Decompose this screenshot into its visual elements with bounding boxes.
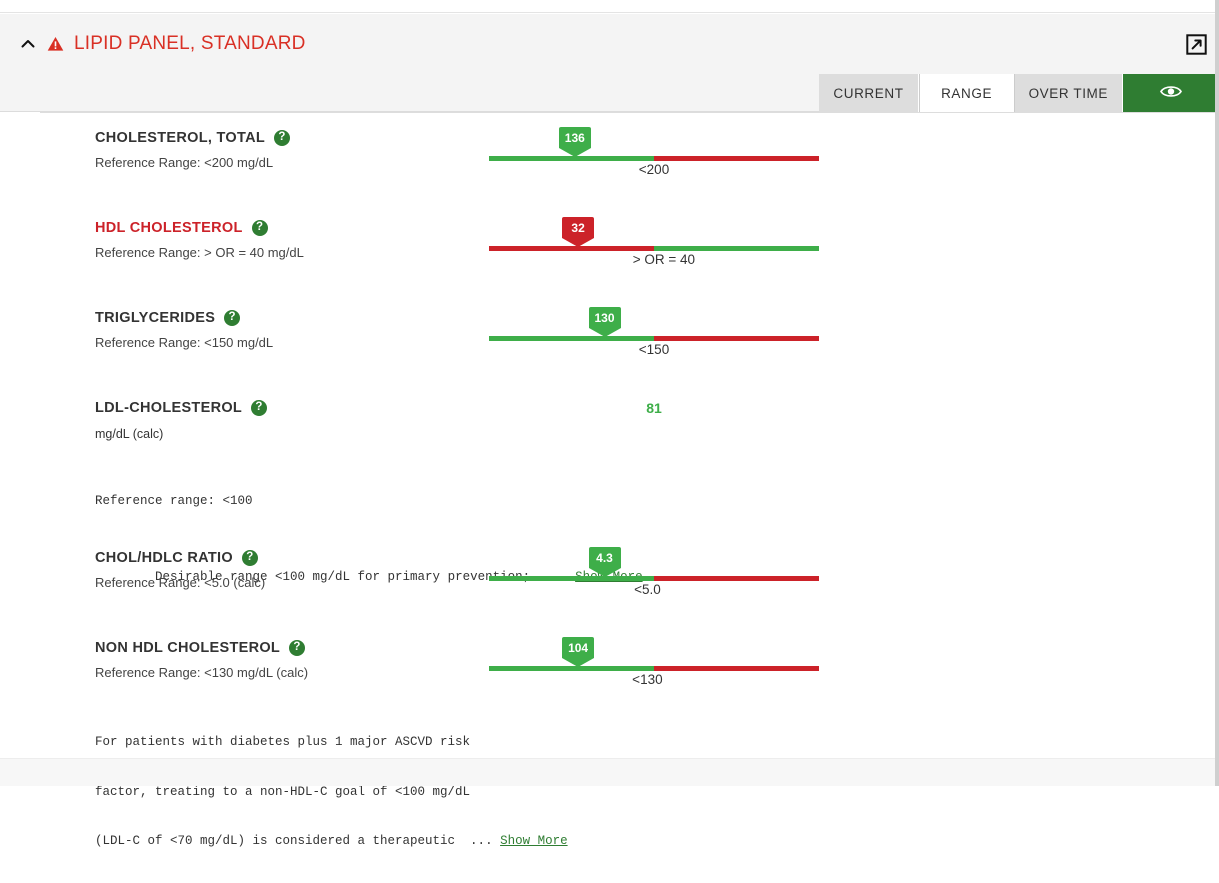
page-title: LIPID PANEL, STANDARD [74, 33, 306, 54]
result-value-marker: 32 [562, 217, 595, 247]
result-value-marker: 104 [562, 637, 595, 667]
help-circle-icon[interactable]: ? [224, 310, 241, 326]
result-test-name-text: HDL CHOLESTEROL [95, 220, 243, 236]
range-threshold-label: > OR = 40 [632, 252, 696, 267]
result-note-block: For patients with diabetes plus 1 major … [95, 701, 815, 883]
result-value-text: 136 [558, 127, 591, 148]
range-indicator: 32 > OR = 40 [489, 217, 819, 267]
view-mode-tabbar: CURRENT RANGE OVER TIME [0, 74, 1219, 112]
result-test-name: CHOLESTEROL, TOTAL ? [95, 130, 475, 146]
tab-group: CURRENT RANGE OVER TIME [819, 74, 1219, 112]
content-top-divider [40, 112, 1219, 113]
range-bar-track: 104 <130 [489, 637, 819, 687]
range-bar-abnormal-segment [654, 336, 819, 341]
window-bottom-strip [0, 758, 1219, 786]
marker-pointer [588, 568, 621, 577]
result-unit-text: mg/dL (calc) [95, 427, 164, 441]
tab-over-time[interactable]: OVER TIME [1014, 74, 1123, 112]
help-circle-icon[interactable]: ? [241, 550, 258, 566]
tab-current[interactable]: CURRENT [819, 74, 919, 112]
range-threshold-label: <5.0 [634, 582, 661, 597]
range-bar-abnormal-segment [654, 156, 819, 161]
window-top-strip [0, 0, 1219, 13]
result-value-marker: 4.3 [588, 547, 621, 577]
range-bar-normal-segment [489, 576, 654, 581]
result-value-marker: 136 [558, 127, 591, 157]
range-bar-track: 136 <200 [489, 127, 819, 177]
result-note-line: (LDL-C of <70 mg/dL) is considered a the… [95, 834, 501, 848]
result-test-name: NON HDL CHOLESTEROL ? [95, 640, 815, 656]
warning-triangle-icon [45, 34, 65, 54]
result-label-column: CHOL/HDLC RATIO ? Reference Range: <5.0 … [95, 550, 475, 590]
result-note-line: For patients with diabetes plus 1 major … [95, 735, 471, 749]
marker-pointer [562, 238, 595, 247]
result-label-column: CHOLESTEROL, TOTAL ? Reference Range: <2… [95, 130, 475, 170]
range-threshold-label: <130 [632, 672, 663, 687]
result-value-text: 130 [588, 307, 621, 328]
toggle-visibility-button[interactable] [1123, 74, 1219, 112]
range-indicator: 130 <150 [489, 307, 819, 357]
open-in-new-icon[interactable] [1183, 31, 1209, 57]
range-bar-track: 32 > OR = 40 [489, 217, 819, 267]
range-indicator: 104 <130 [489, 637, 819, 687]
range-indicator: 136 <200 [489, 127, 819, 177]
reference-range-text: Reference Range: <5.0 (calc) [95, 575, 266, 590]
results-list: CHOLESTEROL, TOTAL ? Reference Range: <2… [0, 112, 1219, 848]
result-test-name-text: CHOLESTEROL, TOTAL [95, 130, 265, 146]
range-threshold-label: <200 [638, 162, 670, 177]
result-value-marker: 130 [588, 307, 621, 337]
panel-header: LIPID PANEL, STANDARD [0, 14, 1219, 74]
range-bar-track: 130 <150 [489, 307, 819, 357]
result-test-name-text: TRIGLYCERIDES [95, 310, 216, 326]
marker-pointer [588, 328, 621, 337]
result-note-line: Reference range: <100 [95, 494, 253, 508]
eye-icon [1160, 84, 1182, 102]
result-label-column: TRIGLYCERIDES ? Reference Range: <150 mg… [95, 310, 475, 350]
range-indicator: 4.3 <5.0 [489, 547, 819, 597]
tab-range[interactable]: RANGE [918, 74, 1015, 112]
result-test-name-text: LDL-CHOLESTEROL [95, 400, 243, 416]
chevron-up-icon[interactable] [18, 34, 38, 54]
help-circle-icon[interactable]: ? [274, 130, 290, 146]
vertical-scrollbar[interactable] [1215, 0, 1219, 786]
result-note-block: Reference range: <100 [95, 461, 815, 541]
help-circle-icon[interactable]: ? [289, 640, 306, 656]
help-circle-icon[interactable]: ? [251, 220, 268, 236]
result-value-text: 32 [562, 217, 595, 238]
range-bar-abnormal-segment [654, 576, 819, 581]
reference-range-text: Reference Range: > OR = 40 mg/dL [95, 245, 304, 260]
reference-range-text: Reference Range: <150 mg/dL [95, 335, 274, 350]
result-test-name-text: CHOL/HDLC RATIO [95, 550, 233, 566]
result-test-name: CHOL/HDLC RATIO ? [95, 550, 475, 566]
result-test-name: HDL CHOLESTEROL ? [95, 220, 475, 236]
range-threshold-label: <150 [638, 342, 670, 357]
range-bar-abnormal-segment [654, 666, 819, 671]
reference-range-text: Reference Range: <200 mg/dL [95, 155, 274, 170]
range-bar-track: 4.3 <5.0 [489, 547, 819, 597]
result-value-text: 104 [562, 637, 595, 658]
show-more-link[interactable]: Show More [500, 834, 568, 848]
result-value-text: 4.3 [588, 547, 621, 568]
help-circle-icon[interactable]: ? [251, 400, 268, 416]
result-label-column: HDL CHOLESTEROL ? Reference Range: > OR … [95, 220, 475, 260]
marker-pointer [558, 148, 591, 157]
range-bar-normal-segment [489, 336, 654, 341]
result-test-name-text: NON HDL CHOLESTEROL [95, 640, 281, 656]
result-test-name: TRIGLYCERIDES ? [95, 310, 475, 326]
result-value-text: 81 [646, 400, 662, 416]
range-bar-normal-segment [654, 246, 819, 251]
marker-pointer [562, 658, 595, 667]
